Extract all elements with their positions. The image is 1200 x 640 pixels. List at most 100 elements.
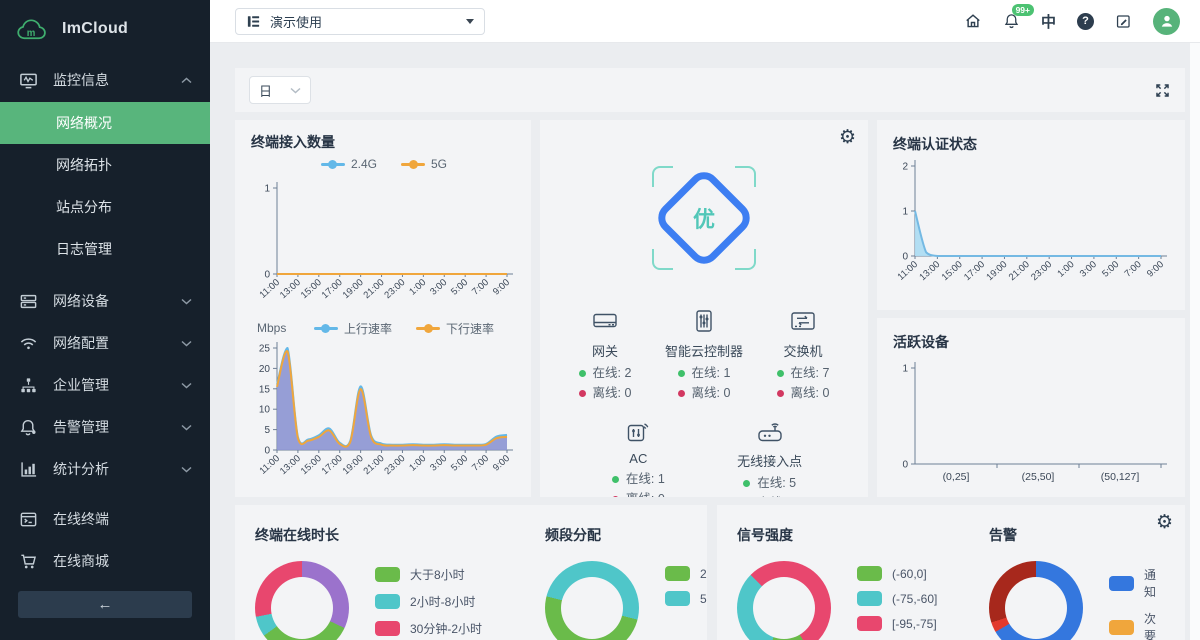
sidebar-item-enterprise[interactable]: 企业管理 xyxy=(0,364,210,406)
svg-text:17:00: 17:00 xyxy=(320,453,345,477)
cart-icon xyxy=(19,552,38,571)
sidebar-item-label: 站点分布 xyxy=(56,197,112,217)
legend-item[interactable]: 次要 xyxy=(1109,610,1165,640)
legend-item[interactable]: 2.4G xyxy=(665,566,707,581)
device-status-wireless-ap: 无线接入点在线: 5离线: 0 xyxy=(721,416,819,497)
legend-item[interactable]: 上行速率 xyxy=(314,320,392,337)
sidebar-item-network-overview[interactable]: 网络概况 xyxy=(0,102,210,144)
orgchart-icon xyxy=(19,376,38,395)
sidebar-item-label: 统计分析 xyxy=(53,459,109,479)
sidebar-item-label: 监控信息 xyxy=(53,70,109,90)
sidebar-item-network-topology[interactable]: 网络拓扑 xyxy=(0,144,210,186)
legend-label: 下行速率 xyxy=(446,320,494,337)
legend-item[interactable]: (-75,-60] xyxy=(857,591,937,606)
period-select[interactable]: 日 xyxy=(249,76,311,104)
legend-item[interactable]: 2小时-8小时 xyxy=(375,593,482,610)
svg-text:21:00: 21:00 xyxy=(362,277,387,301)
notifications-bell-icon[interactable]: 99+ xyxy=(1003,12,1020,30)
traffic-rates-chart: 051015202511:0013:0015:0017:0019:0021:00… xyxy=(251,338,517,497)
online-dot-icon xyxy=(743,480,750,487)
svg-text:15:00: 15:00 xyxy=(299,277,324,301)
home-icon[interactable] xyxy=(964,12,982,30)
legend-item[interactable]: 5G xyxy=(665,591,707,606)
device-offline-count: 离线: 0 xyxy=(678,385,731,402)
offline-label: 离线: 0 xyxy=(791,385,830,402)
health-grade: 优 xyxy=(540,142,868,294)
legend-label: (-75,-60] xyxy=(892,592,937,606)
legend-item[interactable]: [-95,-75] xyxy=(857,616,937,631)
device-status-switch: 交换机在线: 7离线: 0 xyxy=(754,306,852,402)
svg-text:1: 1 xyxy=(902,364,908,375)
sidebar-item-label: 网络配置 xyxy=(53,333,109,353)
bar-chart-icon xyxy=(19,460,38,479)
feedback-edit-icon[interactable] xyxy=(1115,13,1132,30)
svg-text:9:00: 9:00 xyxy=(491,277,512,298)
language-toggle[interactable]: 中 xyxy=(1041,11,1056,32)
sidebar-item-network-devices[interactable]: 网络设备 xyxy=(0,280,210,322)
svg-text:9:00: 9:00 xyxy=(1145,259,1166,280)
site-selector[interactable]: 演示使用 xyxy=(235,8,485,35)
sidebar-item-label: 网络拓扑 xyxy=(56,155,112,175)
sidebar-item-network-config[interactable]: 网络配置 xyxy=(0,322,210,364)
legend-item[interactable]: 大于8小时 xyxy=(375,566,482,583)
device-offline-count: 离线: 0 xyxy=(612,491,665,497)
sidebar-item-alarm-management[interactable]: 告警管理 xyxy=(0,406,210,448)
online-dot-icon xyxy=(678,370,685,377)
main-area: 演示使用 99+ 中 ? 日 xyxy=(210,0,1200,640)
legend-item[interactable]: (-60,0] xyxy=(857,566,937,581)
site-selector-value: 演示使用 xyxy=(270,12,322,31)
offline-label: 离线: 0 xyxy=(692,385,731,402)
switch-icon xyxy=(788,306,818,334)
legend-label: (-60,0] xyxy=(892,567,927,581)
svg-text:15:00: 15:00 xyxy=(940,259,965,283)
legend-marker-icon xyxy=(401,163,425,166)
sidebar-item-monitoring[interactable]: 监控信息 xyxy=(0,58,210,102)
svg-text:0: 0 xyxy=(902,460,908,471)
settings-gear-icon[interactable]: ⚙ xyxy=(1156,513,1173,532)
help-icon[interactable]: ? xyxy=(1077,13,1094,30)
card-title: 终端接入数量 xyxy=(251,132,517,152)
online-dot-icon xyxy=(612,476,619,483)
legend-item[interactable]: 5G xyxy=(401,157,447,171)
legend-item[interactable]: 下行速率 xyxy=(416,320,494,337)
device-row: 网关在线: 2离线: 0智能云控制器在线: 1离线: 0交换机在线: 7离线: … xyxy=(556,306,852,402)
ac-icon xyxy=(623,416,653,444)
scrollbar-track[interactable] xyxy=(1190,43,1200,640)
legend-label: 次要 xyxy=(1144,610,1165,640)
svg-text:1:00: 1:00 xyxy=(407,453,428,474)
legend-item[interactable]: 2.4G xyxy=(321,157,377,171)
fullscreen-expand-icon[interactable] xyxy=(1154,82,1171,99)
device-online-count: 在线: 5 xyxy=(743,475,796,492)
sidebar-item-site-distribution[interactable]: 站点分布 xyxy=(0,186,210,228)
sidebar-item-online-terminals[interactable]: 在线终端 xyxy=(0,498,210,540)
ap-icon xyxy=(755,416,785,444)
topbar-icons: 99+ 中 ? xyxy=(964,8,1180,35)
device-status-ac: AC在线: 1离线: 0 xyxy=(589,416,687,497)
chevron-down-icon xyxy=(181,298,192,305)
terminal-icon xyxy=(19,510,38,529)
svg-text:1:00: 1:00 xyxy=(1055,259,1076,280)
legend-item[interactable]: 通知 xyxy=(1109,566,1165,600)
legend-marker-icon xyxy=(314,327,338,330)
device-online-count: 在线: 2 xyxy=(579,365,632,382)
sidebar-item-label: 在线终端 xyxy=(53,509,109,529)
collapse-arrow-icon: ← xyxy=(98,596,113,613)
svg-text:5:00: 5:00 xyxy=(1100,259,1121,280)
legend-swatch-icon xyxy=(857,591,882,606)
sidebar-collapse-button[interactable]: ← xyxy=(18,591,192,618)
svg-text:(50,127]: (50,127] xyxy=(1101,471,1140,483)
offline-dot-icon xyxy=(579,390,586,397)
legend-label: [-95,-75] xyxy=(892,617,937,631)
terminal-access-chart: 0111:0013:0015:0017:0019:0021:0023:001:0… xyxy=(251,174,517,316)
legend-item[interactable]: 30分钟-2小时 xyxy=(375,620,482,637)
device-stats: 在线: 5离线: 0 xyxy=(743,475,796,497)
sidebar-item-log-management[interactable]: 日志管理 xyxy=(0,228,210,270)
svg-text:25: 25 xyxy=(259,344,271,355)
sidebar-item-statistics[interactable]: 统计分析 xyxy=(0,448,210,490)
settings-gear-icon[interactable]: ⚙ xyxy=(839,128,856,147)
legend-label: 上行速率 xyxy=(344,320,392,337)
rates-legend: 上行速率 下行速率 xyxy=(251,318,517,338)
sidebar-item-online-mall[interactable]: 在线商城 xyxy=(0,540,210,582)
dashboard-row-2: 终端在线时长 大于8小时2小时-8小时30分钟-2小时 频段分配 2.4G5G … xyxy=(235,505,1185,640)
user-avatar[interactable] xyxy=(1153,8,1180,35)
